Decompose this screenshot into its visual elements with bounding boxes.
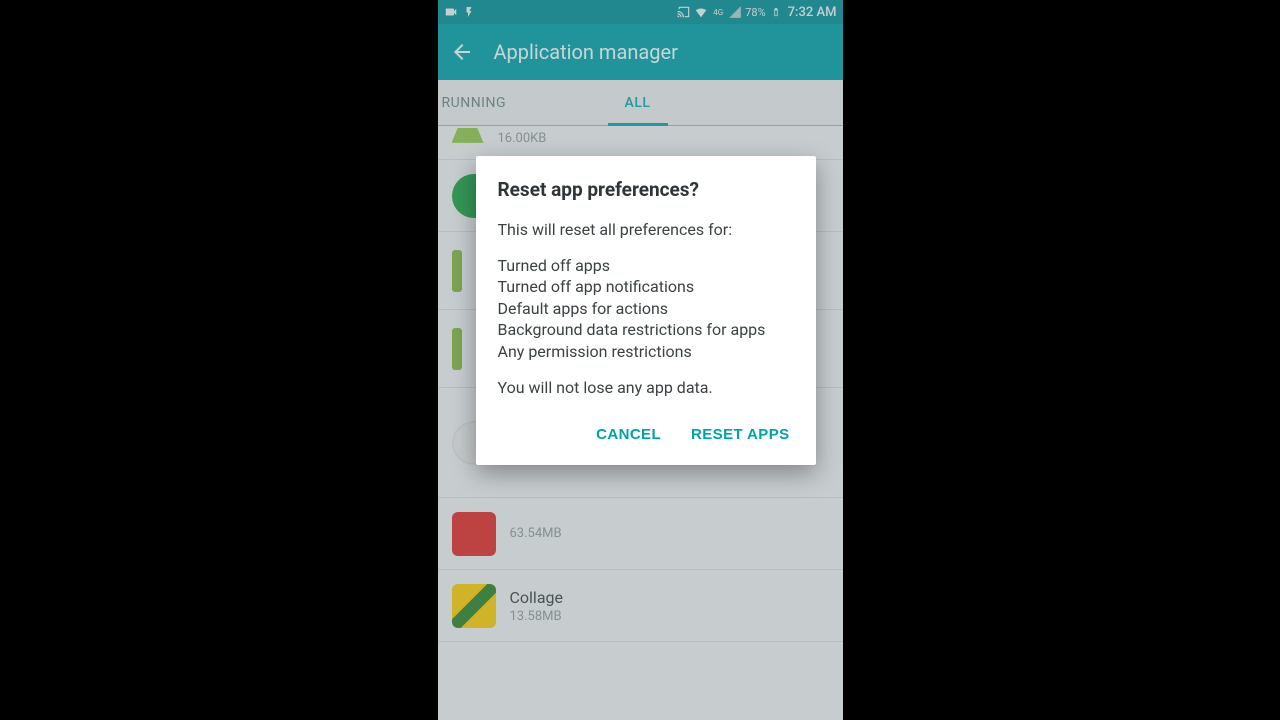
dialog-actions: CANCEL RESET APPS — [498, 420, 794, 455]
dialog-list-item: Turned off app notifications — [498, 276, 794, 298]
dialog-list-item: Background data restrictions for apps — [498, 319, 794, 341]
dialog-list-item: Any permission restrictions — [498, 341, 794, 363]
dialog-footer: You will not lose any app data. — [498, 377, 794, 399]
dialog-list-item: Default apps for actions — [498, 298, 794, 320]
reset-preferences-dialog: Reset app preferences? This will reset a… — [476, 156, 816, 465]
dialog-intro: This will reset all preferences for: — [498, 219, 794, 241]
cancel-button[interactable]: CANCEL — [592, 420, 665, 449]
dialog-list-item: Turned off apps — [498, 255, 794, 277]
reset-apps-button[interactable]: RESET APPS — [687, 420, 793, 449]
dialog-title: Reset app preferences? — [498, 178, 794, 201]
dialog-body: This will reset all preferences for: Tur… — [498, 219, 794, 398]
phone-screen: 4G 78% 7:32 AM Application manager RUNNI… — [438, 0, 843, 720]
